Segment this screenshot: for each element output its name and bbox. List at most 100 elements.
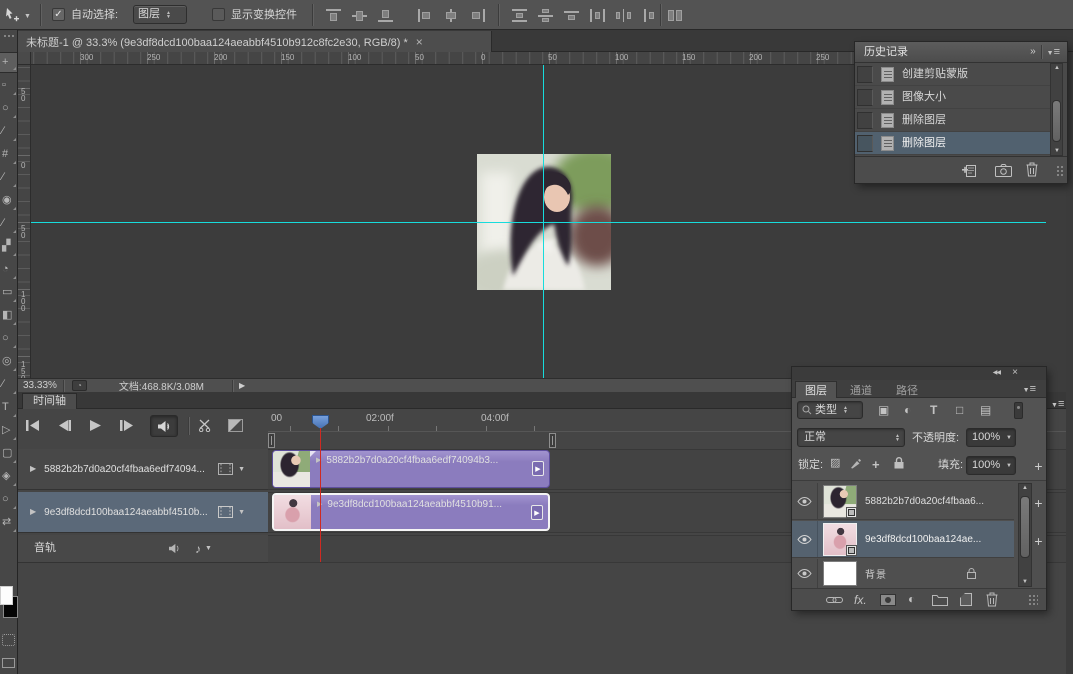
tool-lasso[interactable]: ○: [0, 99, 17, 120]
history-panel-header[interactable]: 历史记录 » ▼≡: [855, 42, 1067, 63]
mute-audio-button[interactable]: [150, 415, 178, 437]
delete-layer-icon[interactable]: [986, 592, 998, 607]
track-options-arrow-icon[interactable]: ▼: [238, 466, 245, 473]
lock-position-icon[interactable]: +: [872, 458, 880, 471]
scratch-disk-icon[interactable]: ◔: [72, 380, 87, 391]
scroll-down-icon[interactable]: ▼: [1022, 579, 1028, 585]
new-snapshot-icon[interactable]: [995, 164, 1012, 177]
new-adjustment-layer-icon[interactable]: ◐: [908, 593, 915, 605]
tool-path-selection[interactable]: ▷: [0, 421, 17, 442]
disclosure-triangle-icon[interactable]: ▶: [30, 465, 36, 473]
move-tool-icon[interactable]: [4, 7, 20, 23]
video-clip-selected[interactable]: ▶ 9e3df8dcd100baa124aeabbf4510b91... ▶: [272, 493, 550, 531]
layer-thumbnail[interactable]: [823, 485, 857, 518]
lock-transparency-icon[interactable]: ▨: [830, 458, 840, 469]
new-group-icon[interactable]: [932, 594, 948, 606]
track-label-row[interactable]: ▶ 5882b2b7d0a20cf4fbaa6edf74094... ▼: [18, 449, 268, 490]
filter-pixel-layers-icon[interactable]: ▣: [878, 404, 889, 416]
scroll-up-icon[interactable]: ▲: [1022, 485, 1028, 491]
tab-layers[interactable]: 图层: [795, 381, 837, 398]
distribute-horizontal-centers-icon[interactable]: [616, 9, 631, 22]
scrollbar-thumb[interactable]: [1020, 496, 1030, 558]
tool-eraser[interactable]: ▭: [0, 283, 17, 304]
align-vertical-centers-icon[interactable]: [352, 9, 367, 22]
audio-track-row[interactable]: 音轨 ♪ ▼: [18, 535, 268, 563]
close-panel-icon[interactable]: ×: [1012, 368, 1018, 378]
layers-panel-drag-bar[interactable]: ◀◀ ×: [792, 367, 1046, 380]
panel-resize-grip[interactable]: [1028, 594, 1038, 606]
link-layers-icon[interactable]: [826, 596, 843, 604]
transition-icon[interactable]: [228, 419, 243, 432]
distribute-right-edges-icon[interactable]: [642, 9, 657, 22]
tool-quick-selection[interactable]: ∕: [0, 122, 17, 143]
background-layer-row[interactable]: 背景: [792, 559, 1014, 589]
disclosure-triangle-icon[interactable]: ▶: [30, 508, 36, 516]
distribute-top-edges-icon[interactable]: [512, 9, 527, 22]
collapse-to-icons-icon[interactable]: ◀◀: [993, 370, 1000, 376]
align-horizontal-centers-icon[interactable]: [444, 9, 459, 22]
fill-field[interactable]: 100% ▼: [966, 456, 1016, 475]
toolbox-grip[interactable]: [3, 34, 15, 39]
history-source-checkbox[interactable]: [857, 89, 873, 106]
vertical-guide[interactable]: [543, 65, 544, 392]
scroll-down-icon[interactable]: ▼: [1054, 148, 1060, 154]
previous-frame-icon[interactable]: [58, 420, 71, 431]
tab-close-icon[interactable]: ×: [416, 35, 423, 49]
opacity-field[interactable]: 100% ▼: [966, 428, 1016, 447]
next-frame-icon[interactable]: [120, 420, 133, 431]
history-source-checkbox[interactable]: [857, 112, 873, 129]
tab-channels[interactable]: 通道: [841, 381, 881, 398]
history-item-selected[interactable]: 删除图层: [855, 132, 1050, 155]
auto-select-checkbox[interactable]: ✓: [52, 8, 65, 21]
clip-properties-icon[interactable]: ▶: [532, 461, 544, 476]
screen-mode-icon[interactable]: [2, 658, 15, 668]
distribute-bottom-edges-icon[interactable]: [564, 9, 579, 22]
tool-preset-arrow-icon[interactable]: ▼: [24, 13, 31, 20]
history-item[interactable]: 创建剪贴蒙版: [855, 63, 1050, 86]
tab-paths[interactable]: 路径: [887, 381, 927, 398]
tool-healing-brush[interactable]: ◉: [0, 191, 17, 212]
layer-visibility-toggle[interactable]: [792, 521, 818, 557]
tool-crop[interactable]: #: [0, 145, 17, 166]
add-media-button[interactable]: +: [1031, 459, 1046, 474]
lock-pixels-icon[interactable]: [850, 458, 861, 469]
lock-all-icon[interactable]: [894, 457, 904, 469]
show-transform-checkbox[interactable]: ✓: [212, 8, 225, 21]
track-label-row-selected[interactable]: ▶ 9e3df8dcd100baa124aeabbf4510b... ▼: [18, 492, 268, 533]
layer-visibility-toggle[interactable]: [792, 483, 818, 519]
tool-marquee[interactable]: ▫: [0, 76, 17, 97]
video-track-icon[interactable]: [218, 506, 233, 518]
add-media-button[interactable]: +: [1031, 496, 1046, 511]
history-source-checkbox[interactable]: [857, 135, 873, 152]
layer-visibility-toggle[interactable]: [792, 559, 818, 588]
distribute-left-edges-icon[interactable]: [590, 9, 605, 22]
quick-mask-icon[interactable]: [2, 634, 15, 646]
align-bottom-edges-icon[interactable]: [378, 9, 393, 22]
go-to-first-frame-icon[interactable]: [26, 420, 39, 431]
track-options-arrow-icon[interactable]: ▼: [238, 509, 245, 516]
tool-brush[interactable]: ∕: [0, 214, 17, 235]
align-left-edges-icon[interactable]: [418, 9, 433, 22]
history-item[interactable]: 图像大小: [855, 86, 1050, 109]
add-media-button[interactable]: +: [1031, 534, 1046, 549]
layer-row[interactable]: 5882b2b7d0a20cf4fbaa6...: [792, 483, 1014, 520]
tool-history-brush[interactable]: ◔: [0, 260, 17, 281]
tool-type[interactable]: T: [0, 398, 17, 419]
filter-shape-layers-icon[interactable]: □: [956, 404, 963, 416]
tool-zoom[interactable]: ○: [0, 490, 17, 511]
tool-hand[interactable]: ◈: [0, 467, 17, 488]
music-note-icon[interactable]: ♪: [195, 543, 201, 555]
work-area-end-marker[interactable]: [549, 433, 556, 448]
layer-thumbnail[interactable]: [823, 523, 857, 556]
tool-rotate-view[interactable]: ⇄: [0, 513, 17, 534]
vertical-ruler[interactable]: 50 0 50 100 150: [18, 65, 31, 392]
panel-resize-grip[interactable]: [1056, 165, 1064, 177]
tool-move[interactable]: +: [0, 52, 17, 73]
video-clip[interactable]: ▶ 5882b2b7d0a20cf4fbaa6edf74094b3... ▶: [272, 450, 550, 488]
auto-align-layers-icon[interactable]: [668, 9, 683, 22]
split-at-playhead-icon[interactable]: [198, 419, 213, 432]
filtering-toggle[interactable]: [1014, 402, 1023, 419]
tool-dodge[interactable]: ◎: [0, 352, 17, 373]
video-track-icon[interactable]: [218, 463, 233, 475]
tool-blur[interactable]: ○: [0, 329, 17, 350]
